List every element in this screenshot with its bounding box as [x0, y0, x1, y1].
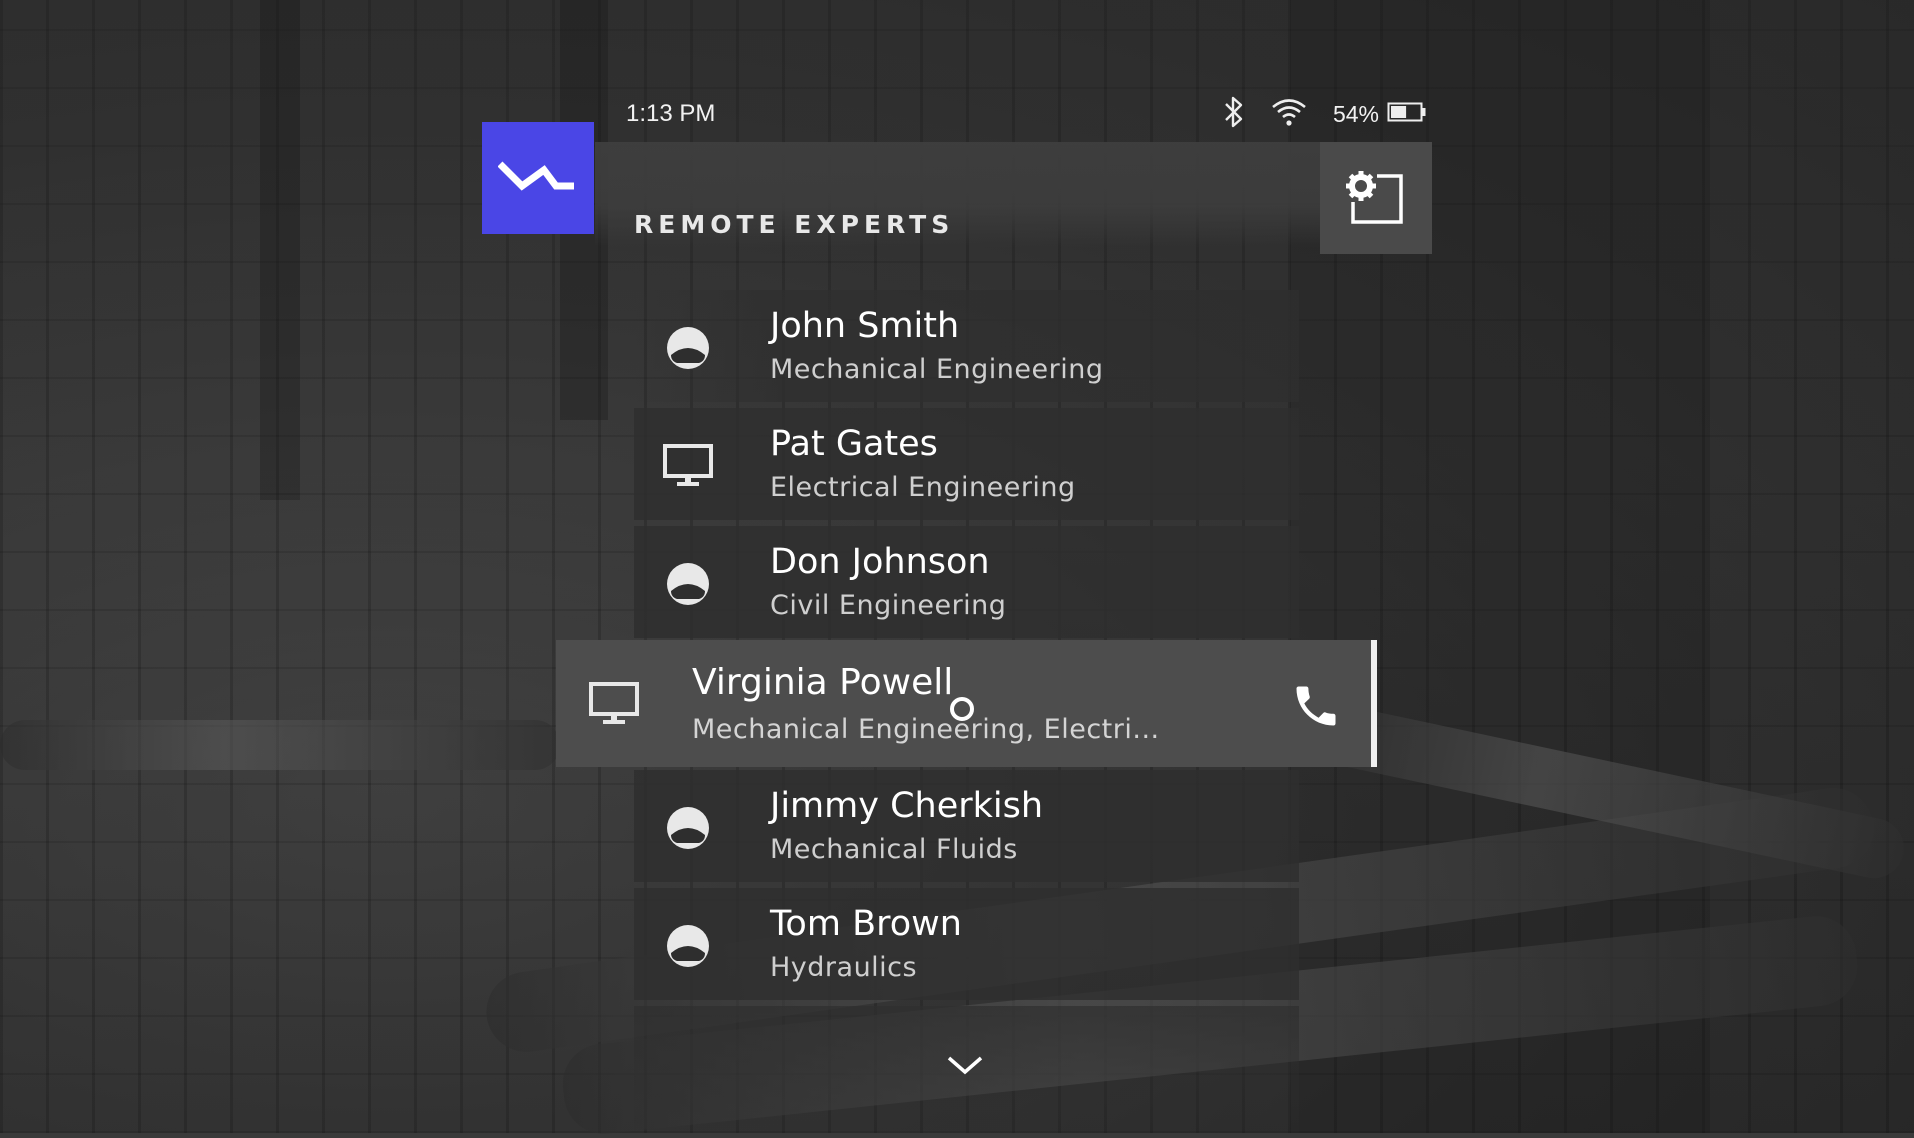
settings-icon	[1346, 171, 1403, 224]
expert-department: Civil Engineering	[770, 590, 1007, 621]
expert-department: Mechanical Engineering, Electri...	[692, 714, 1160, 745]
headset-icon	[662, 806, 714, 850]
expert-row[interactable]: Pat Gates Electrical Engineering	[634, 408, 1299, 520]
gaze-cursor	[950, 697, 974, 721]
expert-row[interactable]: Jimmy Cherkish Mechanical Fluids	[634, 770, 1299, 882]
settings-button[interactable]	[1320, 142, 1432, 254]
expert-row[interactable]: Tom Brown Hydraulics	[634, 888, 1299, 1000]
expert-name: Jimmy Cherkish	[770, 786, 1044, 826]
bluetooth-icon	[1223, 95, 1245, 133]
chevron-down-icon	[947, 1056, 983, 1075]
clock: 1:13 PM	[626, 100, 716, 127]
expert-row[interactable]: John Smith Mechanical Engineering	[634, 290, 1299, 402]
expert-name: Don Johnson	[770, 542, 990, 582]
expert-department: Mechanical Fluids	[770, 834, 1018, 865]
scroll-more-button[interactable]	[945, 1052, 985, 1078]
expert-department: Hydraulics	[770, 952, 918, 983]
status-indicators: 54%	[1223, 96, 1427, 132]
background-tower	[260, 0, 300, 500]
battery-percent: 54%	[1332, 100, 1379, 127]
headset-icon	[662, 326, 714, 370]
expert-department: Electrical Engineering	[770, 472, 1076, 503]
expert-name: Tom Brown	[770, 904, 962, 944]
battery-indicator: 54%	[1333, 101, 1427, 128]
headset-icon	[662, 924, 714, 968]
headset-icon	[662, 562, 714, 606]
status-bar: 1:13 PM 54%	[626, 96, 1431, 132]
app-logo-icon[interactable]	[482, 122, 594, 234]
expert-department: Mechanical Engineering	[770, 354, 1104, 385]
expert-name: John Smith	[770, 306, 960, 346]
wifi-icon	[1271, 97, 1307, 131]
desktop-icon	[662, 444, 714, 488]
call-button[interactable]	[1286, 676, 1346, 736]
expert-name: Virginia Powell	[692, 662, 954, 703]
phone-icon	[1296, 686, 1336, 726]
scrollbar[interactable]	[1371, 640, 1377, 767]
expert-row[interactable]: Don Johnson Civil Engineering	[634, 526, 1299, 638]
desktop-icon	[588, 682, 640, 726]
expert-name: Pat Gates	[770, 424, 938, 464]
battery-icon	[1387, 101, 1427, 127]
background-pipe	[0, 720, 560, 770]
page-title: REMOTE EXPERTS	[634, 210, 955, 239]
